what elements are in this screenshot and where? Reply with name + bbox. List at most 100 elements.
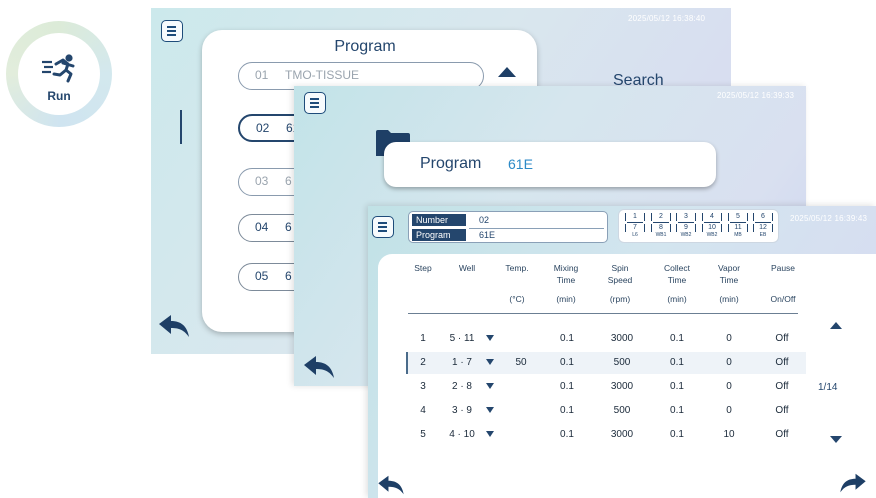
table-row[interactable]: 1 5 · 11 0.1 3000 0.1 0 Off	[406, 328, 806, 350]
program-info-box: Number 02 Program 61E	[408, 211, 608, 243]
program-field-value: 61E	[508, 156, 533, 172]
program-number: 02	[256, 121, 270, 135]
slot-bottom: 11	[728, 224, 748, 232]
table-row-selected[interactable]: 2 1 · 7 50 0.1 500 0.1 0 Off	[406, 352, 806, 374]
cell-step: 2	[420, 357, 426, 368]
cell-vapor[interactable]: 10	[714, 429, 744, 440]
slot-bottom: 9	[676, 224, 696, 232]
cell-spin[interactable]: 3000	[602, 429, 642, 440]
program-number: 05	[255, 269, 269, 283]
slot-top: 2	[651, 213, 671, 221]
slot-top: 6	[753, 213, 773, 221]
header-step: Step	[414, 263, 432, 273]
cell-mixing[interactable]: 0.1	[552, 405, 582, 416]
table-row[interactable]: 3 2 · 8 0.1 3000 0.1 0 Off	[406, 376, 806, 398]
cell-pause[interactable]: Off	[767, 333, 797, 344]
run-button[interactable]: Run	[6, 21, 112, 127]
well-dropdown-icon[interactable]	[486, 407, 494, 413]
slot: 5 11 MB	[728, 213, 748, 239]
cell-well: 5 · 11	[449, 333, 475, 344]
slot-top: 5	[728, 213, 748, 221]
menu-button[interactable]	[304, 92, 326, 114]
cell-pause[interactable]: Off	[767, 429, 797, 440]
menu-button[interactable]	[372, 216, 394, 238]
slot-bottom: 12	[753, 224, 773, 232]
unit-mixing: (min)	[556, 294, 576, 304]
cell-collect[interactable]: 0.1	[662, 381, 692, 392]
program-number: 04	[255, 220, 269, 234]
header-spin-line2: Speed	[607, 275, 633, 285]
header-mixing: Mixing Time	[546, 262, 586, 286]
scroll-up-icon[interactable]	[498, 67, 516, 77]
cell-spin[interactable]: 500	[602, 405, 642, 416]
header-temp: Temp.	[505, 263, 529, 273]
slot-name: WB1	[655, 232, 667, 238]
slot-name: WB2	[680, 232, 692, 238]
header-divider	[408, 313, 798, 314]
program-name: 6	[285, 174, 292, 188]
program-value: 61E	[479, 230, 496, 240]
unit-temp: (°C)	[509, 294, 525, 304]
cell-pause[interactable]: Off	[767, 381, 797, 392]
cell-vapor[interactable]: 0	[714, 381, 744, 392]
header-spin: Spin Speed	[600, 262, 640, 286]
slot: 1 7 L6	[625, 213, 645, 239]
cell-mixing[interactable]: 0.1	[552, 429, 582, 440]
program-title: Program	[334, 38, 396, 55]
header-well: Well	[458, 263, 476, 273]
program-field[interactable]: Program 61E	[384, 142, 716, 187]
well-dropdown-icon[interactable]	[486, 359, 494, 365]
forward-arrow-icon[interactable]	[838, 472, 868, 494]
slot-top: 4	[702, 213, 722, 221]
slot-name: MB	[734, 232, 742, 238]
cell-pause[interactable]: Off	[767, 405, 797, 416]
cell-step: 3	[420, 381, 426, 392]
cell-well: 4 · 10	[449, 429, 475, 440]
cell-spin[interactable]: 3000	[602, 381, 642, 392]
well-dropdown-icon[interactable]	[486, 383, 494, 389]
cell-collect[interactable]: 0.1	[662, 405, 692, 416]
program-field-label: Program	[420, 155, 482, 172]
unit-vapor: (min)	[719, 294, 739, 304]
back-arrow-icon[interactable]	[157, 313, 191, 339]
program-name: 6	[285, 269, 292, 283]
cell-vapor[interactable]: 0	[714, 357, 744, 368]
cell-well: 1 · 7	[451, 357, 472, 368]
cell-pause[interactable]: Off	[767, 357, 797, 368]
row-selection-bar	[406, 352, 408, 374]
unit-spin: (rpm)	[609, 294, 631, 304]
back-arrow-icon[interactable]	[302, 354, 336, 380]
header-collect-line2: Time	[667, 275, 687, 285]
slot-bottom: 7	[625, 224, 645, 232]
program-steps-screen: Number 02 Program 61E 1 7 L6 2 8 WB1 3 9…	[368, 206, 876, 498]
cell-vapor[interactable]: 0	[714, 333, 744, 344]
slot: 2 8 WB1	[651, 213, 671, 239]
slot-top: 1	[625, 213, 645, 221]
running-person-icon	[42, 54, 75, 83]
cell-well: 2 · 8	[451, 381, 472, 392]
cell-collect[interactable]: 0.1	[662, 429, 692, 440]
program-key: Program	[412, 229, 466, 241]
cell-temp[interactable]: 50	[506, 357, 536, 368]
cell-spin[interactable]: 500	[602, 357, 642, 368]
slot-name: WB2	[706, 232, 718, 238]
page-indicator: 1/14	[818, 382, 838, 393]
back-arrow-icon[interactable]	[376, 474, 406, 496]
well-dropdown-icon[interactable]	[486, 431, 494, 437]
number-value: 02	[479, 215, 490, 225]
cell-collect[interactable]: 0.1	[662, 357, 692, 368]
cell-mixing[interactable]: 0.1	[552, 357, 582, 368]
well-dropdown-icon[interactable]	[486, 335, 494, 341]
table-row[interactable]: 4 3 · 9 0.1 500 0.1 0 Off	[406, 400, 806, 422]
unit-pause: On/Off	[770, 294, 796, 304]
cell-spin[interactable]: 3000	[602, 333, 642, 344]
slot-top: 3	[676, 213, 696, 221]
cell-mixing[interactable]: 0.1	[552, 381, 582, 392]
cell-vapor[interactable]: 0	[714, 405, 744, 416]
scroll-down-icon[interactable]	[830, 436, 842, 443]
scroll-up-icon[interactable]	[830, 322, 842, 329]
cell-mixing[interactable]: 0.1	[552, 333, 582, 344]
menu-button[interactable]	[161, 20, 183, 42]
table-row[interactable]: 5 4 · 10 0.1 3000 0.1 10 Off	[406, 424, 806, 446]
cell-collect[interactable]: 0.1	[662, 333, 692, 344]
